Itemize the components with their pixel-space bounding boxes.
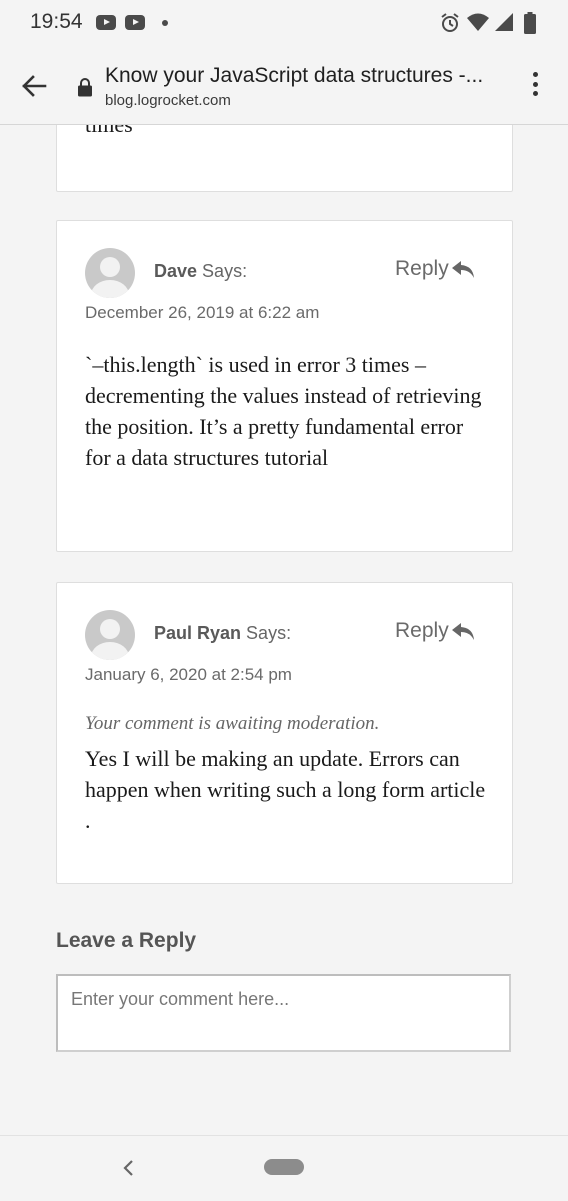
leave-reply-heading: Leave a Reply [56,929,197,952]
nav-home-pill[interactable] [264,1159,304,1175]
status-bar: 19:54 [0,0,568,48]
reply-link[interactable]: Reply [395,257,449,281]
reply-icon[interactable] [451,621,475,641]
page-content[interactable]: times Dave Says: Reply December 26, 2019… [0,125,568,1135]
comment-author: Dave Says: [154,261,247,282]
status-time: 19:54 [30,10,83,33]
comment-date[interactable]: January 6, 2020 at 2:54 pm [85,665,292,685]
comment-text: times [85,125,133,138]
nav-back-icon[interactable] [120,1158,136,1178]
avatar [85,248,135,298]
moderation-note: Your comment is awaiting moderation. [85,713,380,734]
comment-input[interactable]: Enter your comment here... [56,974,511,1052]
overflow-menu-icon[interactable] [530,72,540,102]
youtube-icon [96,15,116,30]
youtube-icon [125,15,145,30]
reply-link[interactable]: Reply [395,619,449,643]
wifi-icon [467,13,489,31]
lock-icon[interactable] [77,77,93,97]
browser-toolbar: Know your JavaScript data structures -..… [0,48,568,125]
comment-text: `–this.length` is used in error 3 times … [85,352,482,470]
alarm-icon [441,13,459,32]
reply-icon[interactable] [451,259,475,279]
says-label: Says: [246,623,292,643]
page-url[interactable]: blog.logrocket.com [105,92,231,109]
comment-input-placeholder: Enter your comment here... [71,989,290,1009]
signal-icon [495,13,513,31]
comment-author: Paul Ryan Says: [154,623,291,644]
comment-date[interactable]: December 26, 2019 at 6:22 am [85,303,319,323]
system-nav-bar [0,1135,568,1201]
avatar [85,610,135,660]
says-label: Says: [202,261,248,281]
page-title[interactable]: Know your JavaScript data structures -..… [105,64,515,88]
back-arrow-icon[interactable] [20,72,48,100]
comment-card: Dave Says: Reply December 26, 2019 at 6:… [56,220,513,552]
comment-card: Paul Ryan Says: Reply January 6, 2020 at… [56,582,513,884]
comment-text: Yes I will be making an update. Errors c… [85,746,486,833]
comment-card: times [56,125,513,192]
author-name: Paul Ryan [154,623,242,643]
author-name: Dave [154,261,198,281]
battery-icon [524,12,536,34]
dot-icon [162,20,168,26]
